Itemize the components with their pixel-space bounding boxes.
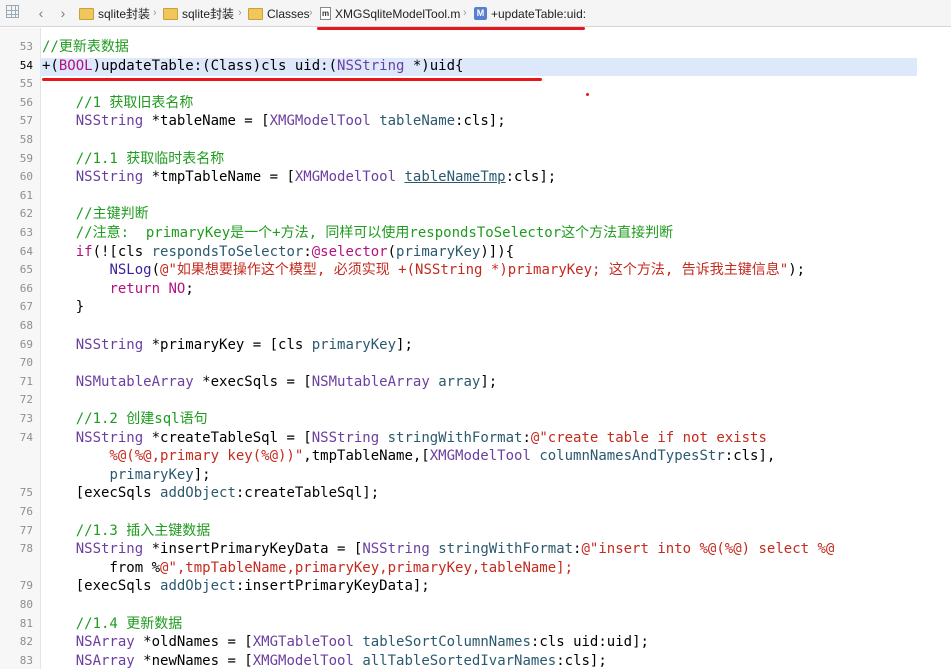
breadcrumb-file[interactable]: m XMGSqliteModelTool.m (320, 0, 460, 27)
folder-icon (248, 7, 263, 20)
code-line[interactable]: +(BOOL)updateTable:(Class)cls uid:(NSStr… (42, 57, 463, 75)
line-number: 59 (19, 151, 33, 165)
m-file-icon: m (320, 7, 331, 20)
code-line[interactable]: //更新表数据 (42, 38, 129, 56)
breadcrumb-separator-icon: › (309, 7, 313, 19)
code-line[interactable]: if(![cls respondsToSelector:@selector(pr… (42, 243, 514, 261)
code-line[interactable]: NSArray *oldNames = [XMGTableTool tableS… (42, 633, 649, 651)
line-number: 63 (19, 226, 33, 239)
breadcrumb-label: sqlite封装 (182, 7, 235, 21)
code-line[interactable]: } (42, 298, 84, 316)
code-line[interactable]: return NO; (42, 280, 193, 298)
chevron-left-icon[interactable]: ‹ (32, 4, 50, 22)
line-number: 79 (19, 579, 33, 593)
line-number: 70 (19, 356, 33, 370)
chevron-right-icon[interactable]: › (54, 4, 72, 22)
code-line[interactable]: //1.1 获取临时表名称 (42, 150, 225, 168)
line-number: 83 (19, 653, 33, 667)
folder-icon (79, 7, 94, 20)
code-line[interactable]: from %@",tmpTableName,primaryKey,primary… (42, 559, 573, 577)
code-line[interactable]: //注意: primaryKey是一个+方法, 同样可以使用respondsTo… (42, 224, 673, 242)
line-number: 66 (19, 281, 33, 295)
breadcrumb-method[interactable]: M +updateTable:uid: (474, 0, 586, 27)
folder-icon (163, 7, 178, 20)
code-editor[interactable]: 53 54 55 56 57 58 59 60 61 62 63 64 65 66 67 68 69 70 71 72… (0, 28, 951, 669)
code-line[interactable]: NSLog(@"如果想要操作这个模型, 必须实现 +(NSString *)pr… (42, 261, 805, 279)
line-number: 61 (19, 188, 33, 202)
line-number: 65 (19, 263, 33, 277)
line-number: 57 (19, 114, 33, 128)
line-number: 81 (19, 616, 33, 630)
line-number: 73 (19, 412, 33, 425)
line-number: 74 (19, 430, 33, 444)
line-number: 71 (19, 374, 33, 388)
breadcrumb-project[interactable]: sqlite封装 (79, 0, 150, 27)
code-line[interactable]: NSString *tmpTableName = [XMGModelTool t… (42, 168, 556, 186)
line-number: 64 (19, 244, 33, 258)
line-number: 55 (19, 77, 33, 91)
jump-bar: ‹ › sqlite封装 › sqlite封装 › Classes › m XM… (0, 0, 951, 27)
method-icon: M (474, 7, 487, 20)
code-line[interactable]: [execSqls addObject:insertPrimaryKeyData… (42, 577, 430, 595)
breadcrumb-label: +updateTable:uid: (491, 6, 587, 21)
line-number: 78 (19, 542, 33, 556)
line-number: 62 (19, 207, 33, 221)
line-number: 75 (19, 486, 33, 500)
line-number: 58 (19, 133, 33, 146)
annotation-dot (586, 93, 589, 96)
line-number: 53 (19, 40, 33, 53)
line-number: 69 (19, 337, 33, 351)
line-number: 82 (19, 635, 33, 649)
line-number: 54 (19, 58, 33, 72)
line-number: 68 (19, 319, 33, 332)
code-line[interactable]: NSString *tableName = [XMGModelTool tabl… (42, 112, 506, 130)
code-line[interactable]: NSArray *newNames = [XMGModelTool allTab… (42, 652, 607, 670)
line-number: 77 (19, 523, 33, 537)
code-line[interactable]: //1.4 更新数据 (42, 615, 183, 633)
code-line[interactable]: NSString *createTableSql = [NSString str… (42, 429, 767, 447)
line-number: 67 (19, 300, 33, 314)
line-number: 72 (19, 393, 33, 407)
code-line[interactable]: primaryKey]; (42, 466, 210, 484)
code-line[interactable]: //1 获取旧表名称 (42, 94, 194, 112)
grid-icon[interactable] (5, 4, 23, 22)
annotation-underline (42, 78, 542, 81)
line-number: 56 (19, 95, 33, 109)
code-line[interactable]: NSMutableArray *execSqls = [NSMutableArr… (42, 373, 498, 391)
breadcrumb-separator-icon: › (463, 7, 467, 19)
line-number-gutter: 53 54 55 56 57 58 59 60 61 62 63 64 65 66 67 68 69 70 71 72… (0, 28, 41, 669)
breadcrumb-label: sqlite封装 (98, 7, 151, 21)
line-number: 76 (19, 505, 33, 518)
breadcrumb-separator-icon: › (153, 7, 157, 19)
code-line[interactable]: [execSqls addObject:createTableSql]; (42, 484, 379, 502)
breadcrumb-separator-icon: › (238, 7, 242, 19)
code-line[interactable]: NSString *insertPrimaryKeyData = [NSStri… (42, 540, 835, 558)
code-line[interactable]: NSString *primaryKey = [cls primaryKey]; (42, 336, 413, 354)
code-line[interactable]: //1.3 插入主键数据 (42, 522, 211, 540)
code-line[interactable]: %@(%@,primary key(%@))",tmpTableName,[XM… (42, 447, 775, 465)
breadcrumb-label: XMGSqliteModelTool.m (335, 6, 461, 21)
line-number: 60 (19, 170, 33, 184)
breadcrumb-classes[interactable]: Classes (248, 0, 310, 27)
breadcrumb-group[interactable]: sqlite封装 (163, 0, 234, 27)
code-line[interactable]: //1.2 创建sql语句 (42, 410, 208, 428)
code-line[interactable]: //主键判断 (42, 205, 149, 223)
breadcrumb-label: Classes (267, 6, 310, 21)
line-number: 80 (19, 598, 33, 611)
